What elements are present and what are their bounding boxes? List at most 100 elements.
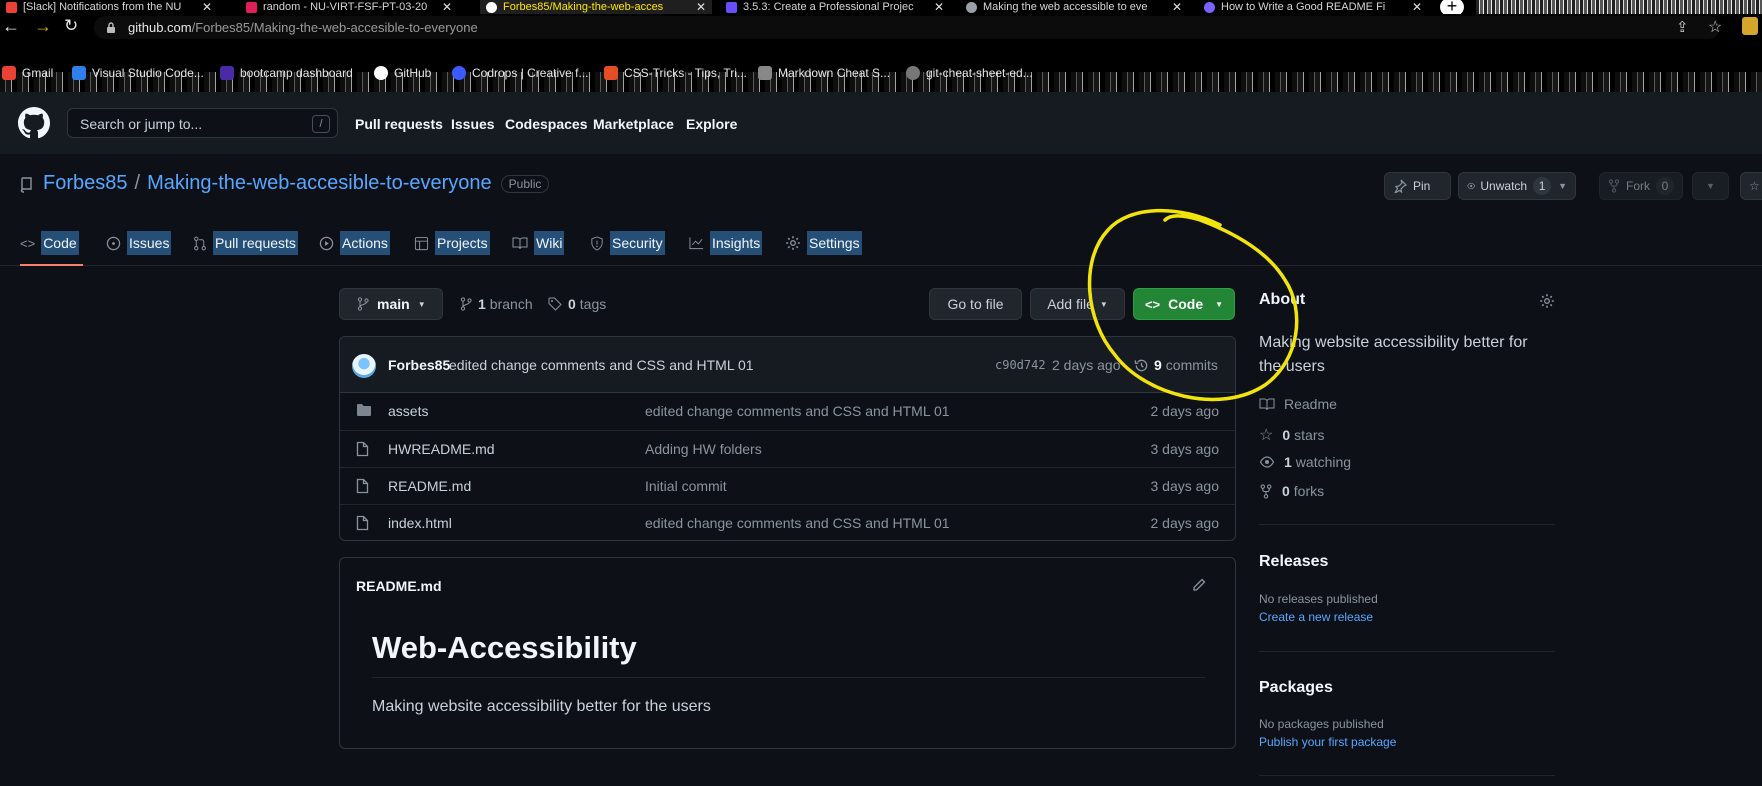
bookmark-codrops[interactable]: Codrops | Creative f... (452, 66, 589, 80)
slack-favicon-icon (246, 1, 257, 13)
bookmark-csstricks[interactable]: CSS-Tricks - Tips, Tri... (604, 66, 747, 80)
branch-name: main (377, 296, 410, 312)
commits-link[interactable]: 9 commits (1134, 357, 1218, 373)
repo-name-link[interactable]: Making-the-web-accesible-to-everyone (147, 172, 492, 195)
file-commit-message[interactable]: Adding HW folders (645, 441, 762, 457)
avatar[interactable] (352, 354, 376, 378)
github-icon (374, 66, 388, 80)
file-row[interactable]: README.md Initial commit 3 days ago (340, 467, 1235, 504)
close-tab-icon[interactable]: ✕ (442, 0, 452, 14)
go-to-file-button[interactable]: Go to file (929, 288, 1022, 320)
gmail-favicon-icon (6, 1, 17, 13)
branch-selector[interactable]: main ▼ (339, 288, 443, 320)
tab-issues[interactable]: Issues (106, 222, 172, 264)
search-input[interactable]: Search or jump to... / (67, 108, 338, 138)
bookmark-github[interactable]: GitHub (374, 66, 431, 80)
edit-pencil-icon[interactable] (1192, 578, 1206, 592)
readme-link[interactable]: Readme (1259, 396, 1337, 412)
pin-button[interactable]: Pin (1384, 172, 1451, 200)
file-name[interactable]: HWREADME.md (388, 441, 495, 457)
close-tab-icon[interactable]: ✕ (696, 0, 706, 14)
git-branch-icon (460, 297, 472, 311)
bookmark-bootcamp[interactable]: bootcamp dashboard (220, 66, 353, 80)
tab-code[interactable]: <> Code (20, 222, 83, 266)
file-age: 2 days ago (1150, 403, 1220, 419)
file-row[interactable]: HWREADME.md Adding HW folders 3 days ago (340, 430, 1235, 467)
file-commit-message[interactable]: Initial commit (645, 478, 727, 494)
bookmark-star-icon[interactable]: ☆ (1708, 17, 1722, 37)
nav-explore[interactable]: Explore (686, 116, 737, 132)
fork-button[interactable]: Fork 0 (1599, 172, 1683, 200)
tab-settings[interactable]: Settings (785, 222, 862, 264)
tab-label: Pull requests (213, 231, 298, 255)
repo-navigation: <> Code Issues Pull requests Actions Pro… (0, 222, 1762, 266)
file-age: 3 days ago (1150, 441, 1220, 457)
packages-heading[interactable]: Packages (1259, 679, 1333, 697)
browser-tab[interactable]: [Slack] Notifications from the NU ✕ (0, 0, 218, 14)
file-name[interactable]: assets (388, 403, 428, 419)
tab-label: Insights (710, 231, 763, 255)
browser-tab-title: How to Write a Good README Fi (1221, 1, 1386, 13)
file-name[interactable]: index.html (388, 515, 452, 531)
new-tab-button[interactable]: + (1440, 0, 1464, 14)
repo-owner-link[interactable]: Forbes85 (43, 172, 128, 195)
nav-codespaces[interactable]: Codespaces (505, 116, 587, 132)
bookmark-markdown[interactable]: Markdown Cheat S... (758, 66, 890, 80)
close-tab-icon[interactable]: ✕ (934, 0, 944, 14)
code-download-button[interactable]: <> Code ▼ (1133, 288, 1235, 320)
tab-pull-requests[interactable]: Pull requests (193, 222, 298, 264)
nav-pull-requests[interactable]: Pull requests (355, 116, 443, 132)
back-icon[interactable]: ← (2, 16, 20, 37)
stars-link[interactable]: ☆ 0 stars (1259, 425, 1324, 445)
browser-tab[interactable]: random - NU-VIRT-FSF-PT-03-20 ✕ (240, 0, 458, 14)
close-tab-icon[interactable]: ✕ (202, 0, 212, 14)
tab-strip-artifact (1476, 0, 1762, 14)
gear-icon[interactable] (1539, 293, 1555, 309)
star-button[interactable]: ☆ (1740, 172, 1762, 200)
file-row[interactable]: index.html edited change comments and CS… (340, 504, 1235, 540)
browser-tab[interactable]: 3.5.3: Create a Professional Projec ✕ (720, 0, 950, 14)
forward-icon[interactable]: → (34, 16, 52, 37)
browser-tab-title: 3.5.3: Create a Professional Projec (743, 1, 914, 13)
add-file-button[interactable]: Add file ▼ (1030, 288, 1125, 320)
browser-tab[interactable]: How to Write a Good README Fi ✕ (1198, 0, 1428, 14)
github-logo-icon[interactable] (18, 107, 50, 139)
reload-icon[interactable]: ↻ (64, 16, 78, 36)
tags-link[interactable]: 0 tags (548, 296, 606, 312)
bookmark-vscode[interactable]: Visual Studio Code... (72, 66, 204, 80)
close-tab-icon[interactable]: ✕ (1412, 0, 1422, 14)
releases-heading[interactable]: Releases (1259, 553, 1328, 571)
tab-insights[interactable]: Insights (689, 222, 763, 264)
extension-icon[interactable] (1742, 17, 1758, 35)
unwatch-button[interactable]: Unwatch 1 ▼ (1458, 172, 1576, 200)
fork-dropdown-button[interactable]: ▼ (1692, 172, 1729, 200)
browser-tab-title: Making the web accessible to eve (983, 1, 1148, 13)
browser-tab-active[interactable]: Forbes85/Making-the-web-acces ✕ (480, 0, 712, 14)
watching-link[interactable]: 1 watching (1259, 454, 1351, 470)
file-row[interactable]: assets edited change comments and CSS an… (340, 393, 1235, 430)
forks-link[interactable]: 0 forks (1259, 483, 1324, 499)
publish-package-link[interactable]: Publish your first package (1259, 735, 1396, 749)
commit-author[interactable]: Forbes85 (388, 357, 450, 373)
tab-security[interactable]: Security (590, 222, 665, 264)
bookmark-git-cheatsheet[interactable]: git-cheat-sheet-ed... (906, 66, 1033, 80)
share-icon[interactable]: ⇪ (1676, 18, 1689, 36)
commit-sha[interactable]: c90d742 (995, 358, 1046, 372)
commit-message[interactable]: edited change comments and CSS and HTML … (449, 357, 754, 373)
file-commit-message[interactable]: edited change comments and CSS and HTML … (645, 515, 950, 531)
history-icon (1134, 359, 1148, 371)
chevron-down-icon: ▼ (1099, 299, 1108, 309)
create-release-link[interactable]: Create a new release (1259, 610, 1373, 624)
tab-projects[interactable]: Projects (414, 222, 490, 264)
file-commit-message[interactable]: edited change comments and CSS and HTML … (645, 403, 950, 419)
nav-marketplace[interactable]: Marketplace (593, 116, 674, 132)
browser-tab[interactable]: Making the web accessible to eve ✕ (960, 0, 1188, 14)
tab-wiki[interactable]: Wiki (512, 222, 565, 264)
branches-link[interactable]: 1 branch (460, 296, 533, 312)
close-tab-icon[interactable]: ✕ (1172, 0, 1182, 14)
file-name[interactable]: README.md (388, 478, 471, 494)
nav-issues[interactable]: Issues (451, 116, 495, 132)
tab-actions[interactable]: Actions (319, 222, 390, 264)
bookmark-gmail[interactable]: Gmail (2, 66, 53, 80)
url-text[interactable]: github.com/Forbes85/Making-the-web-acces… (128, 20, 478, 35)
